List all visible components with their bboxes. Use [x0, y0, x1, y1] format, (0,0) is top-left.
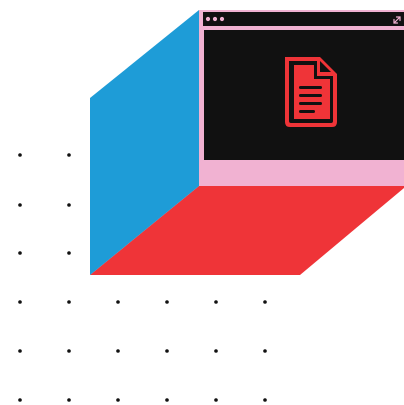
dot — [18, 398, 22, 402]
dot — [18, 203, 22, 207]
dot — [165, 398, 169, 402]
dot — [263, 349, 267, 353]
dot — [263, 300, 267, 304]
window-dot-icon[interactable] — [212, 16, 218, 22]
dot — [165, 300, 169, 304]
dot — [67, 203, 71, 207]
dot — [116, 300, 120, 304]
dot — [214, 300, 218, 304]
window-title-bar — [203, 12, 404, 26]
dot — [116, 398, 120, 402]
dot — [67, 251, 71, 255]
isometric-window-illustration — [18, 10, 404, 402]
window-controls-icon[interactable] — [205, 16, 225, 22]
dot — [67, 300, 71, 304]
dot — [214, 349, 218, 353]
dot — [67, 398, 71, 402]
dot — [18, 349, 22, 353]
dot — [214, 398, 218, 402]
dot — [165, 349, 169, 353]
illustration-stage — [0, 0, 404, 405]
dot — [18, 251, 22, 255]
dot — [18, 153, 22, 157]
dot — [116, 349, 120, 353]
window-dot-icon[interactable] — [205, 16, 211, 22]
window-dot-icon[interactable] — [219, 16, 225, 22]
dot — [18, 300, 22, 304]
document-icon — [285, 57, 337, 127]
dot — [67, 153, 71, 157]
dot — [67, 349, 71, 353]
dot — [263, 398, 267, 402]
